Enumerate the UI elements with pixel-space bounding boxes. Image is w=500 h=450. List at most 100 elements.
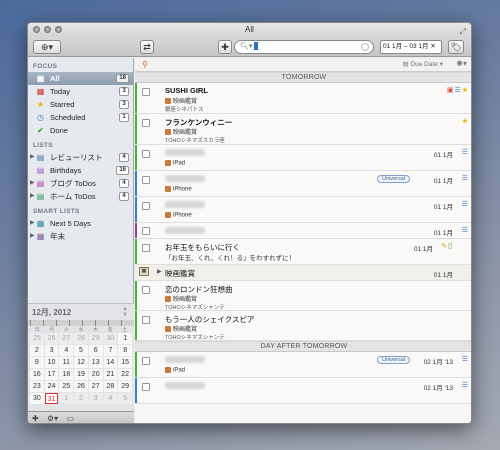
star-icon[interactable]: ★: [462, 87, 469, 94]
disclosure-triangle-icon[interactable]: ▶: [30, 217, 35, 230]
task-row[interactable]: お年玉をもらいに行く 「お年玉、くれ、くれ！る」をわすれずに！ 01 1月 ✎▯: [135, 239, 471, 265]
calendar-day[interactable]: 26: [44, 333, 59, 344]
task-row-group[interactable]: ▦ ▶ 映画鑑賞 01 1月: [135, 265, 471, 281]
calendar-day[interactable]: 11: [59, 357, 74, 368]
task-row[interactable]: 01 1月 ☰: [135, 223, 471, 239]
zoom-button[interactable]: [55, 26, 62, 33]
task-row[interactable]: もう一人のシェイクスピア 映画鑑賞 TOHOシネマズシャンテ: [135, 311, 471, 341]
sidebar-item-done[interactable]: ✔ Done: [28, 124, 133, 137]
task-checkbox[interactable]: [142, 286, 150, 294]
sidebar-item-all[interactable]: ▣ All 18: [28, 72, 133, 85]
close-button[interactable]: [33, 26, 40, 33]
calendar-day[interactable]: 27: [88, 381, 103, 392]
disclosure-triangle-icon[interactable]: ▶: [30, 177, 35, 190]
calendar-day[interactable]: 20: [88, 369, 103, 380]
calendar-day[interactable]: 6: [88, 345, 103, 356]
calendar-day[interactable]: 17: [44, 369, 59, 380]
search-icon[interactable]: ⚲: [142, 60, 148, 69]
task-checkbox[interactable]: [142, 88, 150, 96]
calendar-day[interactable]: 24: [44, 381, 59, 392]
calendar-day[interactable]: 5: [74, 345, 88, 356]
search-input[interactable]: 🔍︎▾: [234, 40, 374, 54]
sidebar-item-blog-todos[interactable]: ▶ ▤ ブログ ToDos 4: [28, 177, 133, 190]
add-task-button[interactable]: ✚: [218, 40, 232, 54]
calendar-day[interactable]: 25: [30, 333, 44, 344]
sidebar-item-next-5-days[interactable]: ▶ ▦ Next 5 Days: [28, 217, 133, 230]
calendar-day[interactable]: 30: [30, 393, 44, 404]
gear-icon[interactable]: ✺▾: [456, 59, 467, 68]
calendar-day[interactable]: 22: [118, 369, 132, 380]
calendar-day[interactable]: 30: [103, 333, 118, 344]
calendar-day[interactable]: 13: [88, 357, 103, 368]
calendar-day[interactable]: 3: [88, 393, 103, 404]
calendar-day[interactable]: 2: [74, 393, 88, 404]
calendar-day[interactable]: 15: [118, 357, 132, 368]
sort-select[interactable]: ▤ Due Date ▾: [402, 60, 443, 68]
date-range-field[interactable]: 01 1月 – 03 1月 ✕: [380, 40, 442, 54]
calendar-day[interactable]: 12: [74, 357, 88, 368]
calendar-day[interactable]: 28: [103, 381, 118, 392]
sync-button[interactable]: ⇄: [140, 40, 154, 54]
calendar-day[interactable]: 27: [59, 333, 74, 344]
task-checkbox[interactable]: [142, 383, 150, 391]
disclosure-triangle-icon[interactable]: ▶: [30, 190, 35, 203]
calendar-day[interactable]: 10: [44, 357, 59, 368]
sidebar-item-home-todos[interactable]: ▶ ▤ ホーム ToDos 4: [28, 190, 133, 203]
calendar-day[interactable]: 21: [103, 369, 118, 380]
task-checkbox[interactable]: [142, 227, 150, 235]
clear-search-icon[interactable]: [361, 43, 369, 51]
star-icon[interactable]: ★: [462, 118, 469, 125]
task-row[interactable]: iPhone 01 1月 ☰: [135, 197, 471, 223]
task-row[interactable]: SUSHI GIRL 映画鑑賞 銀座シネパトス ▣☰★: [135, 83, 471, 114]
sidebar-item-starred[interactable]: ★ Starred 3: [28, 98, 133, 111]
task-checkbox[interactable]: [142, 176, 150, 184]
calendar-day[interactable]: 1: [118, 333, 132, 344]
disclosure-triangle-icon[interactable]: ▶: [30, 230, 35, 243]
calendar-day[interactable]: 29: [118, 381, 132, 392]
sidebar-item-birthdays[interactable]: ▤ Birthdays 16: [28, 164, 133, 177]
calendar-day[interactable]: 28: [74, 333, 88, 344]
sidebar-item-review-list[interactable]: ▶ ▤ レビューリスト 4: [28, 151, 133, 164]
calendar-day[interactable]: 19: [74, 369, 88, 380]
task-checkbox[interactable]: [142, 202, 150, 210]
calendar-nav-arrows[interactable]: ▲ ▼: [122, 306, 128, 318]
task-row[interactable]: iPad 01 1月 ☰: [135, 145, 471, 171]
calendar-day[interactable]: 9: [30, 357, 44, 368]
task-row[interactable]: iPhone Universal 01 1月 ☰: [135, 171, 471, 197]
disclosure-triangle-icon[interactable]: ▶: [157, 268, 162, 275]
disclosure-triangle-icon[interactable]: ▶: [30, 151, 35, 164]
calendar-day[interactable]: 8: [118, 345, 132, 356]
task-checkbox[interactable]: [142, 357, 150, 365]
sidebar-item-today[interactable]: ▦ Today 3: [28, 85, 133, 98]
action-menu-button[interactable]: ⊕▾: [33, 40, 61, 54]
task-checkbox[interactable]: [142, 316, 150, 324]
task-checkbox[interactable]: [142, 150, 150, 158]
calendar-day[interactable]: 3: [44, 345, 59, 356]
task-row[interactable]: 02 1月 '13 ☰: [135, 378, 471, 404]
calendar-day[interactable]: 4: [103, 393, 118, 404]
settings-menu-icon[interactable]: ⚙▾: [47, 414, 58, 423]
calendar-day[interactable]: 4: [59, 345, 74, 356]
task-checkbox[interactable]: [142, 119, 150, 127]
sidebar-item-year-end[interactable]: ▶ ▦ 年末: [28, 230, 133, 243]
calendar-day[interactable]: 25: [59, 381, 74, 392]
calendar-day[interactable]: 23: [30, 381, 44, 392]
task-row[interactable]: iPad Universal 02 1月 '13 ☰: [135, 352, 471, 378]
calendar-day[interactable]: 29: [88, 333, 103, 344]
minimize-button[interactable]: [44, 26, 51, 33]
calendar-day[interactable]: 1: [59, 393, 74, 404]
toggle-calendar-icon[interactable]: ▭: [66, 414, 74, 423]
calendar-day-today[interactable]: 31: [44, 393, 59, 404]
calendar-day[interactable]: 16: [30, 369, 44, 380]
calendar-day[interactable]: 5: [118, 393, 132, 404]
calendar-day[interactable]: 18: [59, 369, 74, 380]
tag-button[interactable]: 🏷︎: [448, 40, 464, 54]
sidebar-item-scheduled[interactable]: ◷ Scheduled 1: [28, 111, 133, 124]
task-row[interactable]: フランケンウィニー 映画鑑賞 TOHOシネマズスカラ座 ★: [135, 114, 471, 145]
calendar-day[interactable]: 2: [30, 345, 44, 356]
task-checkbox[interactable]: [142, 244, 150, 252]
task-row[interactable]: 恋のロンドン狂想曲 映画鑑賞 TOHOシネマズシャンテ: [135, 281, 471, 311]
calendar-day[interactable]: 7: [103, 345, 118, 356]
calendar-day[interactable]: 14: [103, 357, 118, 368]
calendar-day[interactable]: 26: [74, 381, 88, 392]
